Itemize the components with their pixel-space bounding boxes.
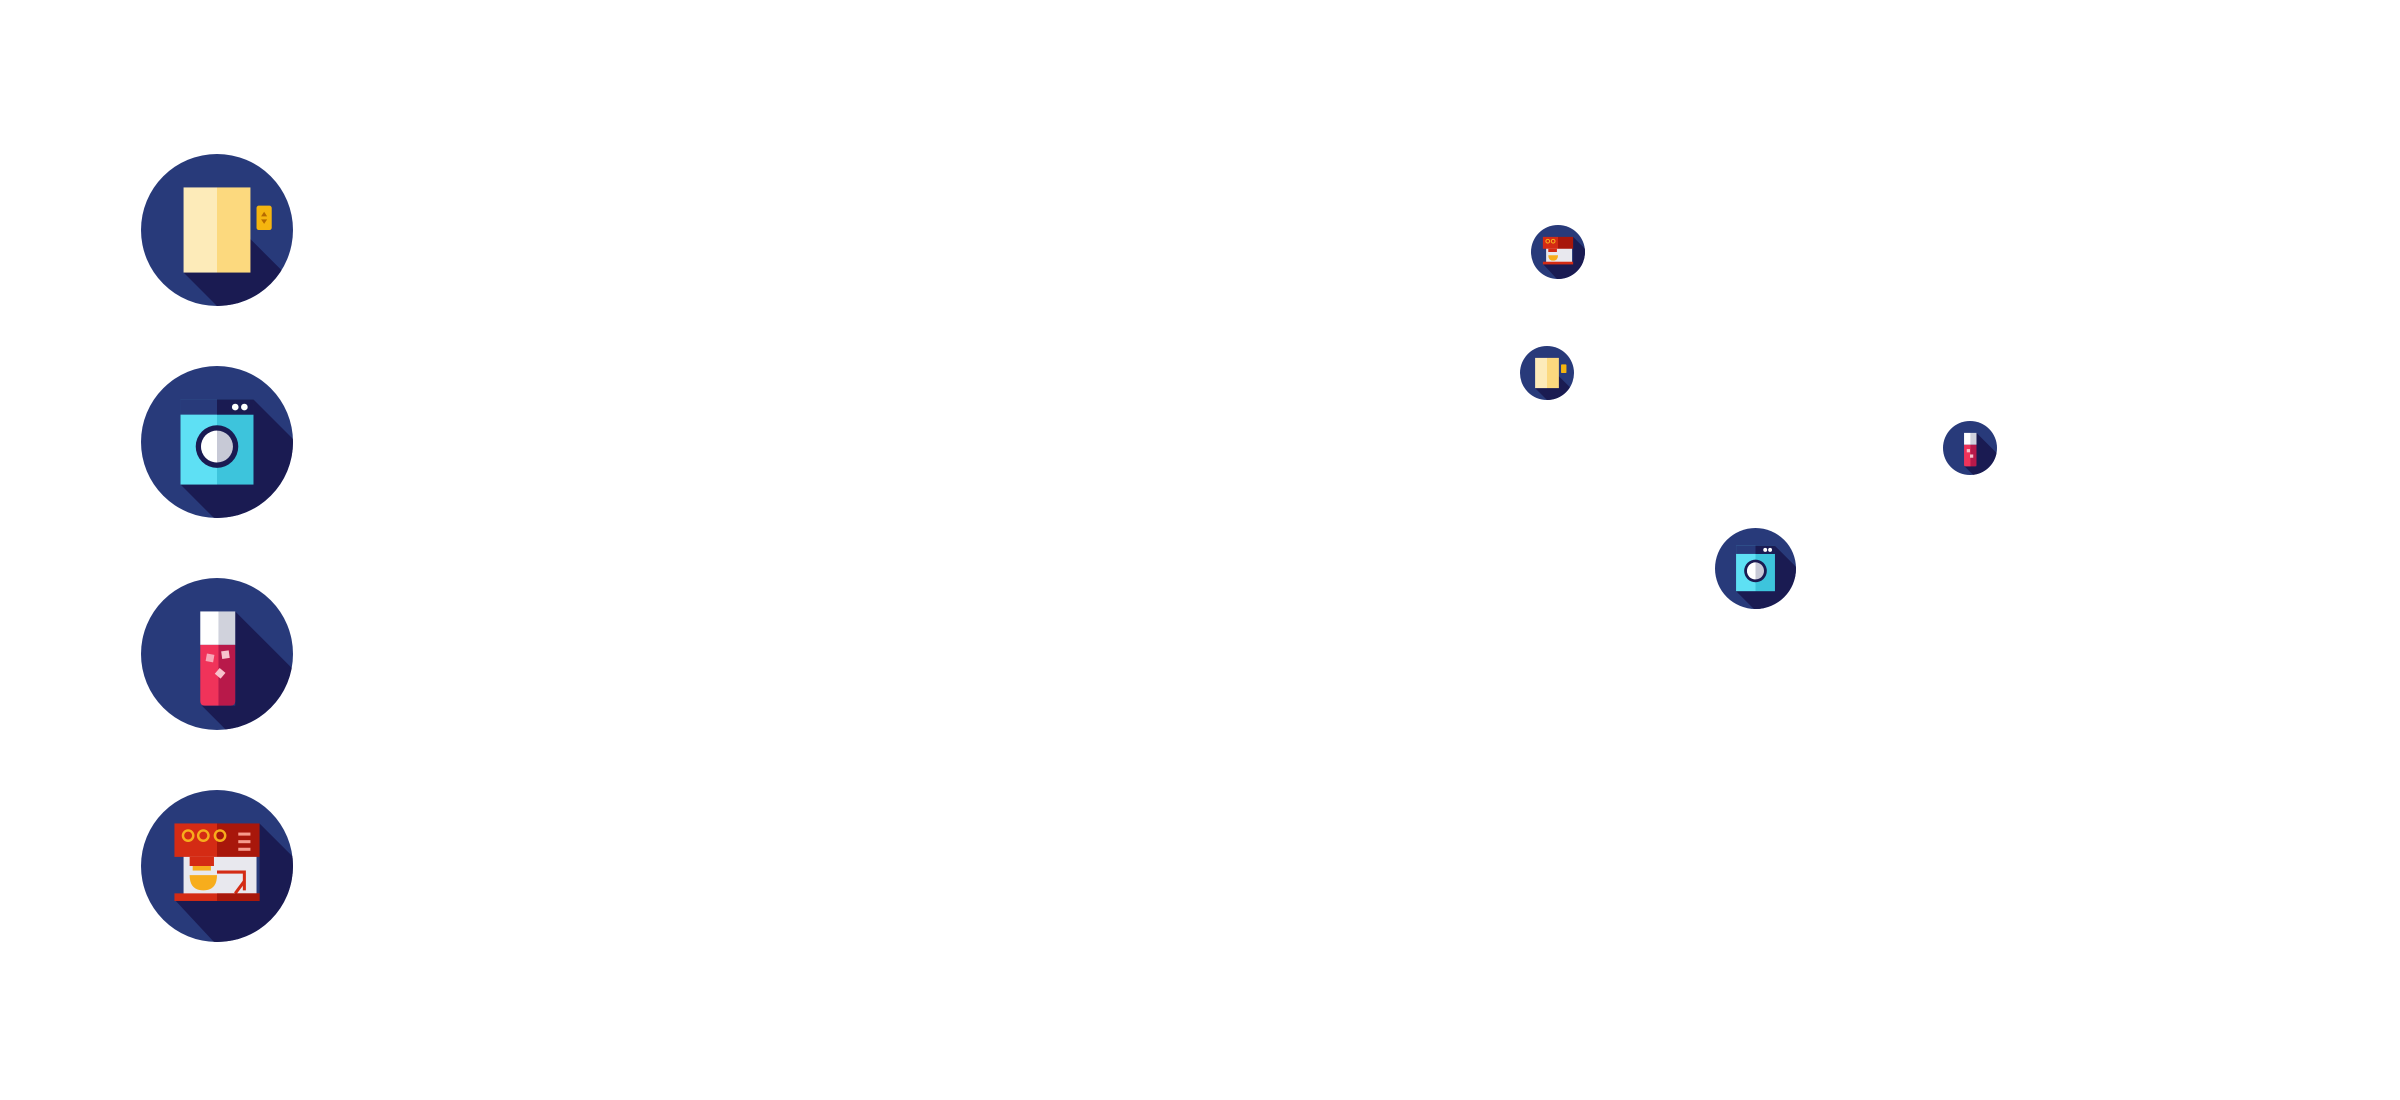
refrigerator-icon <box>141 154 293 306</box>
drink-glass-icon <box>141 578 293 730</box>
drink-glass-icon <box>1943 421 1997 475</box>
refrigerator-icon <box>1520 346 1574 400</box>
washing-machine-icon <box>1715 528 1796 609</box>
washing-machine-icon <box>141 366 293 518</box>
coffee-machine-icon <box>141 790 293 942</box>
canvas <box>0 0 2400 1100</box>
coffee-machine-icon <box>1531 225 1585 279</box>
